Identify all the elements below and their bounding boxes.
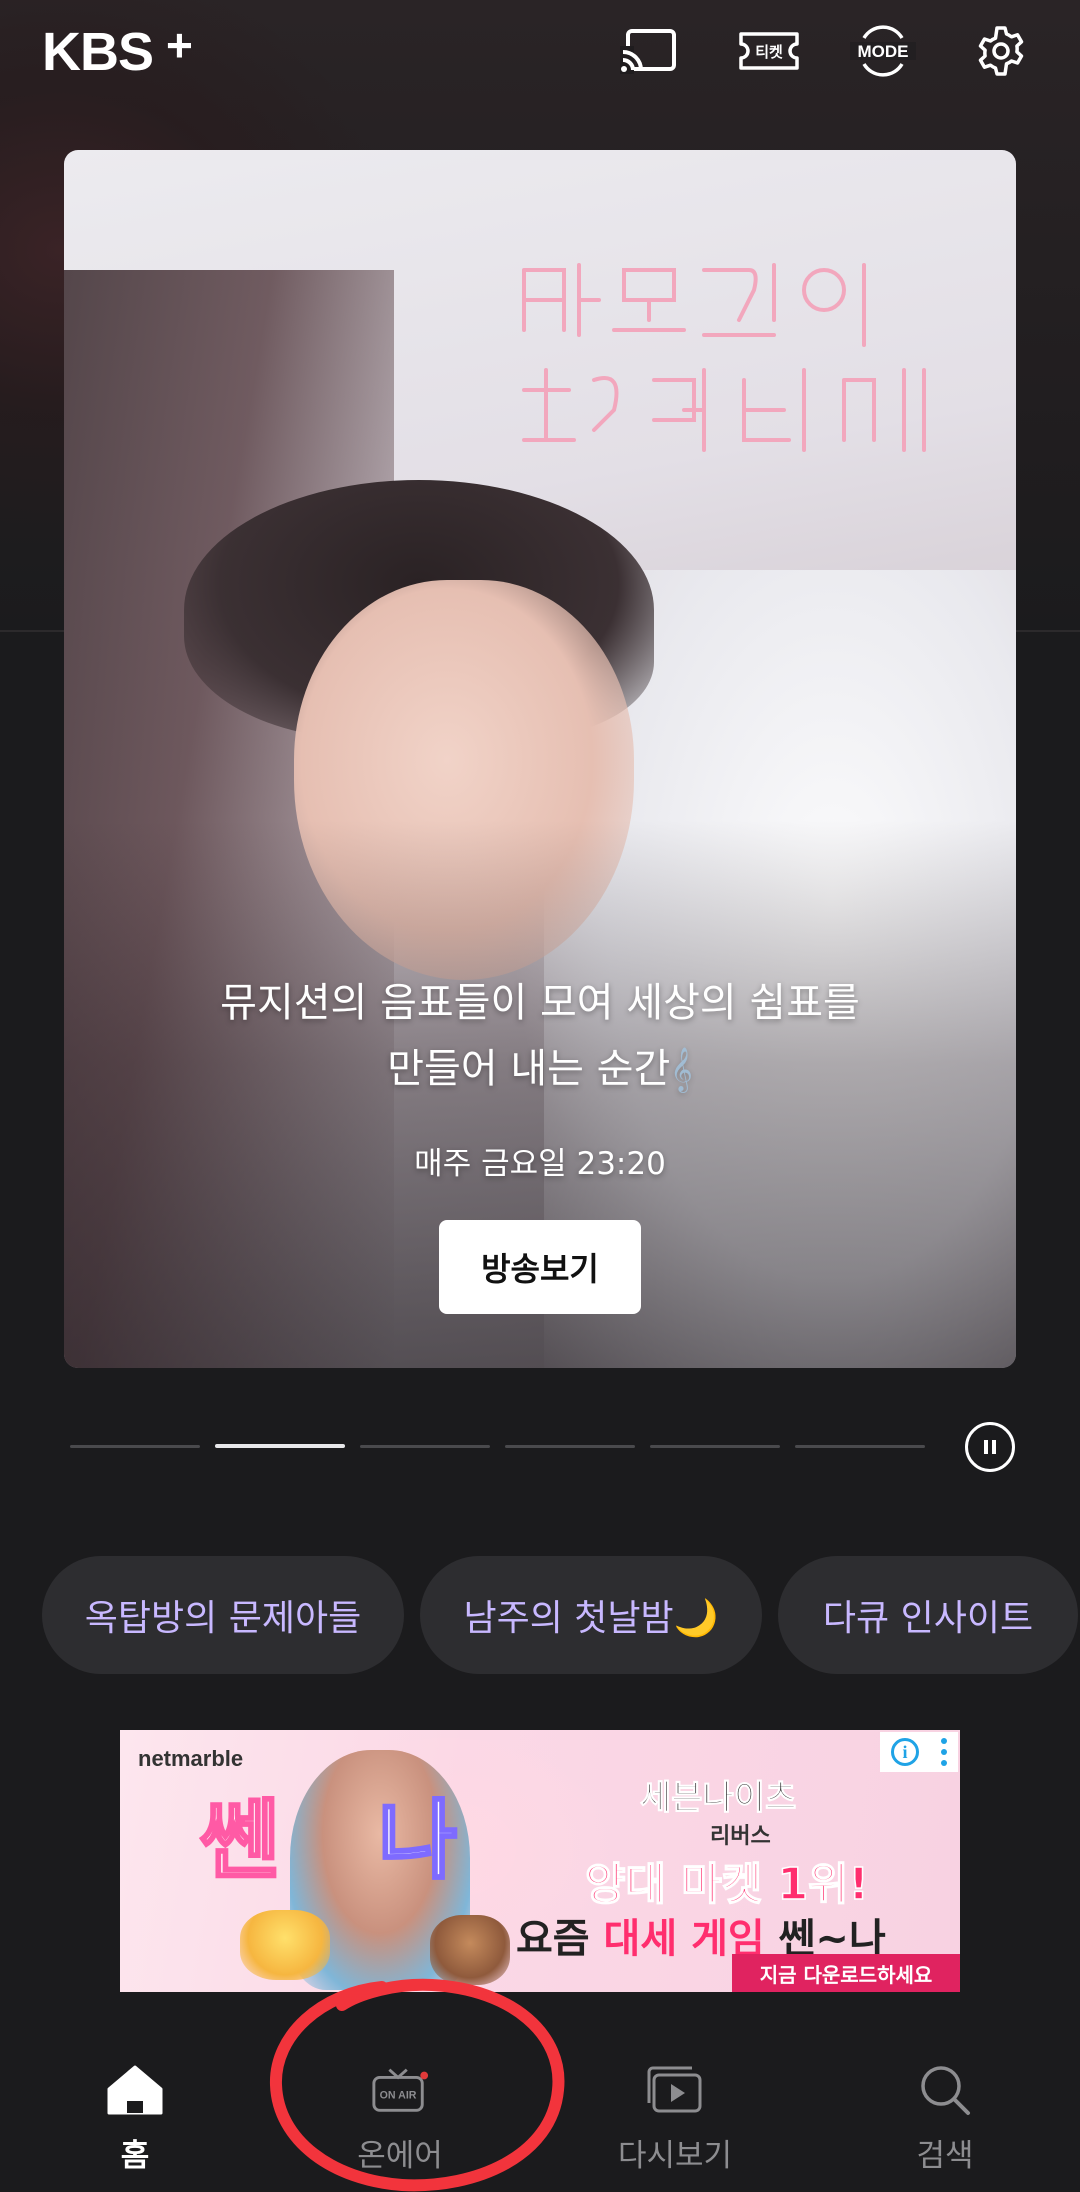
ad-banner[interactable]: netmarble 쎈 나 세븐나이츠 리버스 양대 마켓 1위! 요즘 대세 …: [120, 1730, 960, 1992]
kbs-plus-logo[interactable]: KBS +: [42, 22, 212, 82]
ad-neon-art-right: 나: [376, 1790, 458, 1893]
hero-gradient-overlay: [64, 150, 1016, 1368]
replay-icon: [645, 2060, 705, 2120]
ad-rank-text: 양대 마켓 1위!: [584, 1858, 869, 1911]
carousel-dot[interactable]: [505, 1445, 635, 1448]
hero-banner[interactable]: 뮤지션의 음표들이 모여 세상의 쉼표를 만들어 내는 순간𝄞 매주 금요일 2…: [64, 150, 1016, 1368]
chip-rooftop-problem-kids[interactable]: 옥탑방의 문제아들: [42, 1556, 404, 1674]
settings-button[interactable]: [968, 18, 1034, 84]
pause-icon-bar: [984, 1440, 988, 1454]
nav-replay-label: 다시보기: [617, 2138, 733, 2174]
info-icon[interactable]: i: [891, 1738, 919, 1766]
carousel-indicator: [70, 1432, 930, 1462]
ticket-label: 티켓: [755, 43, 783, 61]
hero-description: 뮤지션의 음표들이 모여 세상의 쉼표를 만들어 내는 순간𝄞: [64, 970, 1016, 1102]
carousel-dot[interactable]: [360, 1445, 490, 1448]
watch-broadcast-button[interactable]: 방송보기: [439, 1220, 641, 1314]
cast-button[interactable]: [616, 18, 682, 84]
home-icon: [105, 2060, 165, 2120]
logo-text: KBS: [42, 22, 154, 82]
nav-on-air-label: 온에어: [357, 2138, 443, 2174]
ad-slogan-prefix: 요즘: [516, 1916, 590, 1962]
ad-game-title: 세븐나이츠: [639, 1778, 797, 1819]
svg-text:ON AIR: ON AIR: [380, 2090, 417, 2102]
ad-mascot-image: [430, 1915, 510, 1985]
search-icon: [915, 2060, 975, 2120]
nav-on-air[interactable]: ON AIR 온에어: [300, 2060, 500, 2180]
mode-button[interactable]: MODE: [850, 18, 916, 84]
nav-replay[interactable]: 다시보기: [575, 2060, 775, 2180]
ticket-button[interactable]: 티켓: [736, 18, 802, 84]
settings-icon: [978, 26, 1024, 76]
program-chips: 옥탑방의 문제아들 남주의 첫날밤🌙 다큐 인사이트: [42, 1556, 1080, 1674]
bottom-navigation: 홈 ON AIR 온에어 다시보기 검색: [0, 2040, 1080, 2192]
ticket-icon: 티켓: [739, 32, 799, 70]
carousel-dot[interactable]: [795, 1445, 925, 1448]
pause-icon-bar: [992, 1440, 996, 1454]
ad-more-icon[interactable]: [941, 1738, 947, 1766]
chip-docu-insight[interactable]: 다큐 인사이트: [778, 1556, 1078, 1674]
carousel-dot[interactable]: [70, 1445, 200, 1448]
hero-description-line2-text: 만들어 내는 순간: [387, 1046, 671, 1092]
top-bar: KBS + 티켓 MODE: [0, 0, 1080, 110]
mode-label: MODE: [858, 42, 909, 61]
carousel-dot[interactable]: [650, 1445, 780, 1448]
logo-plus: +: [166, 19, 193, 71]
ad-info-badge[interactable]: i: [880, 1732, 958, 1772]
carousel-dot-active[interactable]: [215, 1444, 345, 1448]
music-note-icon: 𝄞: [670, 1047, 693, 1091]
ad-mascot-image: [240, 1910, 330, 1980]
nav-search-label: 검색: [916, 2138, 974, 2174]
ad-brand: netmarble: [138, 1746, 244, 1771]
ad-game-subtitle: 리버스: [710, 1824, 771, 1849]
carousel-pause-button[interactable]: [965, 1422, 1015, 1472]
nav-search[interactable]: 검색: [845, 2060, 1045, 2180]
on-air-icon: ON AIR: [370, 2060, 430, 2120]
hero-description-line2: 만들어 내는 순간𝄞: [64, 1036, 1016, 1102]
chip-first-night[interactable]: 남주의 첫날밤🌙: [420, 1556, 762, 1674]
mode-icon: MODE: [850, 25, 916, 77]
ad-download-cta[interactable]: 지금 다운로드하세요: [732, 1954, 960, 1992]
cast-icon: [620, 29, 676, 74]
hero-description-line1: 뮤지션의 음표들이 모여 세상의 쉼표를: [220, 980, 860, 1026]
ad-neon-art-left: 쎈: [198, 1790, 284, 1893]
nav-home[interactable]: 홈: [35, 2060, 235, 2180]
hero-schedule: 매주 금요일 23:20: [414, 1146, 666, 1182]
nav-home-label: 홈: [120, 2138, 150, 2174]
